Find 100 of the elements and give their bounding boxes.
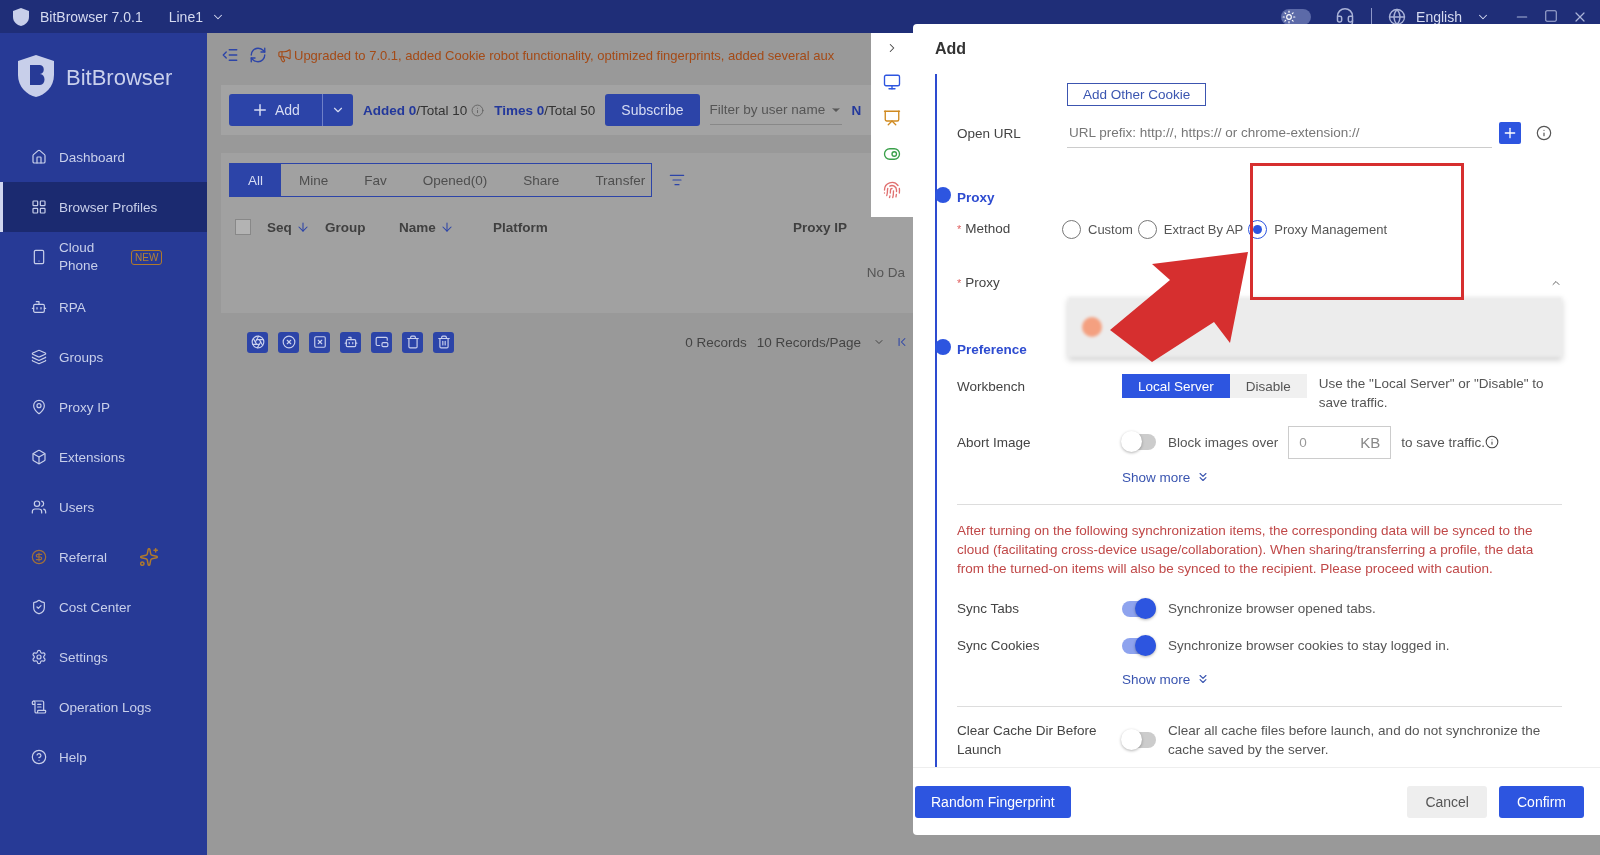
sidebar-icon [31, 549, 47, 565]
switch-text: to save traffic. [1401, 433, 1486, 452]
megaphone-icon [277, 47, 292, 63]
sync-switch[interactable] [1122, 600, 1156, 617]
fingerprint-icon[interactable] [883, 181, 901, 199]
sidebar-item[interactable]: Cloud Phone NEW [0, 232, 207, 282]
cancel-button[interactable]: Cancel [1407, 785, 1487, 818]
sidebar-icon [31, 249, 47, 265]
sidebar-item[interactable]: Settings [0, 632, 207, 682]
add-url-button[interactable] [1499, 122, 1521, 144]
workbench-option[interactable]: Local Server [1122, 374, 1230, 398]
sync-switch[interactable] [1122, 637, 1156, 654]
proxy-method-radio[interactable]: Proxy Management [1248, 219, 1387, 239]
field-label: * Method [957, 220, 1012, 238]
empty-text: No Da [866, 265, 905, 280]
presentation-icon[interactable] [883, 109, 901, 127]
monitor-icon[interactable] [883, 73, 901, 91]
announcement-text: Upgraded to 7.0.1, added Cookie robot functionality, optimized fingerprints, added several aux [294, 47, 835, 63]
field-label: Abort Image [957, 433, 1032, 452]
sort-arrow-icon[interactable] [439, 220, 454, 234]
theme-toggle[interactable] [1281, 8, 1312, 25]
workbench-option[interactable]: Disable [1229, 374, 1307, 398]
shield-logo-icon [12, 6, 30, 27]
sparkle-icon [139, 547, 159, 567]
sort-icon[interactable] [669, 172, 686, 188]
toolbar-action-icon[interactable] [433, 331, 454, 353]
size-field[interactable]: 0 KB [1288, 425, 1392, 459]
sidebar-icon [31, 299, 47, 315]
filter-tab[interactable]: Mine [281, 164, 347, 196]
filter-tab[interactable]: All [230, 164, 281, 196]
sidebar-item[interactable]: Users [0, 482, 207, 532]
switch-text: Block images over [1168, 433, 1279, 452]
field-label: Sync Cookies [957, 637, 1041, 655]
toolbar-action-icon[interactable] [402, 331, 423, 353]
column-header[interactable]: Proxy IP [793, 219, 848, 235]
field-label: Clear Cache Dir Before Launch [957, 722, 1098, 759]
section-heading: Preference [957, 341, 1027, 357]
sidebar-icon [31, 149, 47, 165]
collapse-icon[interactable] [221, 46, 239, 64]
filter-tab[interactable]: Opened(0) [404, 164, 506, 196]
random-fingerprint-button[interactable]: Random Fingerprint [915, 785, 1071, 818]
cut-text: N [851, 102, 862, 118]
refresh-icon[interactable] [249, 46, 267, 64]
add-dropdown-button[interactable] [321, 94, 353, 126]
language-selector[interactable]: English [1416, 8, 1490, 25]
sidebar-item[interactable]: Cost Center [0, 582, 207, 632]
toolbar-action-icon[interactable] [309, 331, 330, 353]
records-count: 0 Records [685, 334, 747, 350]
sidebar-item[interactable]: Help [0, 732, 207, 782]
sidebar-icon [31, 599, 47, 615]
sidebar-icon [31, 349, 47, 365]
sidebar-item[interactable]: Extensions [0, 432, 207, 482]
add-button[interactable]: Add [229, 94, 322, 126]
filter-tab[interactable]: Fav [346, 164, 405, 196]
sidebar-item[interactable]: Groups [0, 332, 207, 382]
sidebar-item[interactable]: RPA [0, 282, 207, 332]
info-icon [1536, 125, 1552, 141]
add-cookie-button[interactable]: Add Other Cookie [1067, 82, 1207, 106]
confirm-button[interactable]: Confirm [1499, 785, 1584, 818]
sidebar-icon [31, 499, 47, 515]
show-more-link[interactable]: Show more [1122, 469, 1211, 485]
field-label: Open URL [957, 124, 1022, 143]
sidebar-icon [31, 449, 47, 465]
select-all-checkbox[interactable] [235, 219, 251, 235]
sync-warning: After turning on the following synchronization items, the corresponding data will be synced to the cloud (facilitating cross-device usage/collaboration). When sharing/transferring a profile, the data from the turned-on items will also be synced to the recipient. Please proceed with caution. [957, 522, 1535, 578]
sidebar-item[interactable]: Operation Logs [0, 682, 207, 732]
toggle-icon[interactable] [883, 145, 901, 163]
field-label: Workbench [957, 378, 1027, 396]
switch-text: Clear all cache files before launch, and do not synchronize the cache saved by the server. [1168, 722, 1542, 759]
field-label: Sync Tabs [957, 600, 1021, 618]
field-label: * Proxy [957, 274, 1001, 292]
proxy-method-radio[interactable]: Extract By AP [1137, 219, 1244, 239]
toolbar-action-icon[interactable] [340, 331, 361, 353]
globe-icon [1388, 7, 1407, 26]
show-more-link[interactable]: Show more [1122, 671, 1211, 687]
maximize-icon[interactable] [1544, 8, 1558, 23]
sidebar-item[interactable]: Dashboard [0, 132, 207, 182]
column-header[interactable]: Name [399, 219, 436, 235]
toolbar-action-icon[interactable] [278, 331, 299, 353]
info-icon [1485, 435, 1500, 449]
column-header[interactable]: Platform [493, 219, 548, 235]
added-count: Added 0/Total 10 [362, 102, 468, 118]
switch-text: Synchronize browser cookies to stay logged in. [1168, 637, 1450, 655]
sidebar-item[interactable]: Browser Profiles [0, 182, 207, 232]
column-header[interactable]: Group [325, 219, 366, 235]
filter-tab[interactable]: Share [505, 164, 578, 196]
column-header[interactable]: Seq [267, 219, 292, 235]
sidebar-icon [31, 649, 47, 665]
sidebar-item[interactable]: Proxy IP [0, 382, 207, 432]
sidebar-item[interactable]: Referral [0, 532, 207, 582]
toolbar-action-icon[interactable] [247, 331, 268, 353]
proxy-method-radio[interactable]: Custom [1062, 219, 1133, 239]
line-selector[interactable]: Line1 [168, 8, 225, 25]
info-icon [471, 103, 485, 117]
sidebar-icon [31, 199, 47, 215]
subscribe-button[interactable]: Subscribe [605, 94, 700, 126]
page-size-select[interactable]: 10 Records/Page [756, 334, 885, 350]
plus-icon [251, 101, 269, 119]
plus-icon [1502, 125, 1518, 141]
toolbar-action-icon[interactable] [371, 331, 392, 353]
